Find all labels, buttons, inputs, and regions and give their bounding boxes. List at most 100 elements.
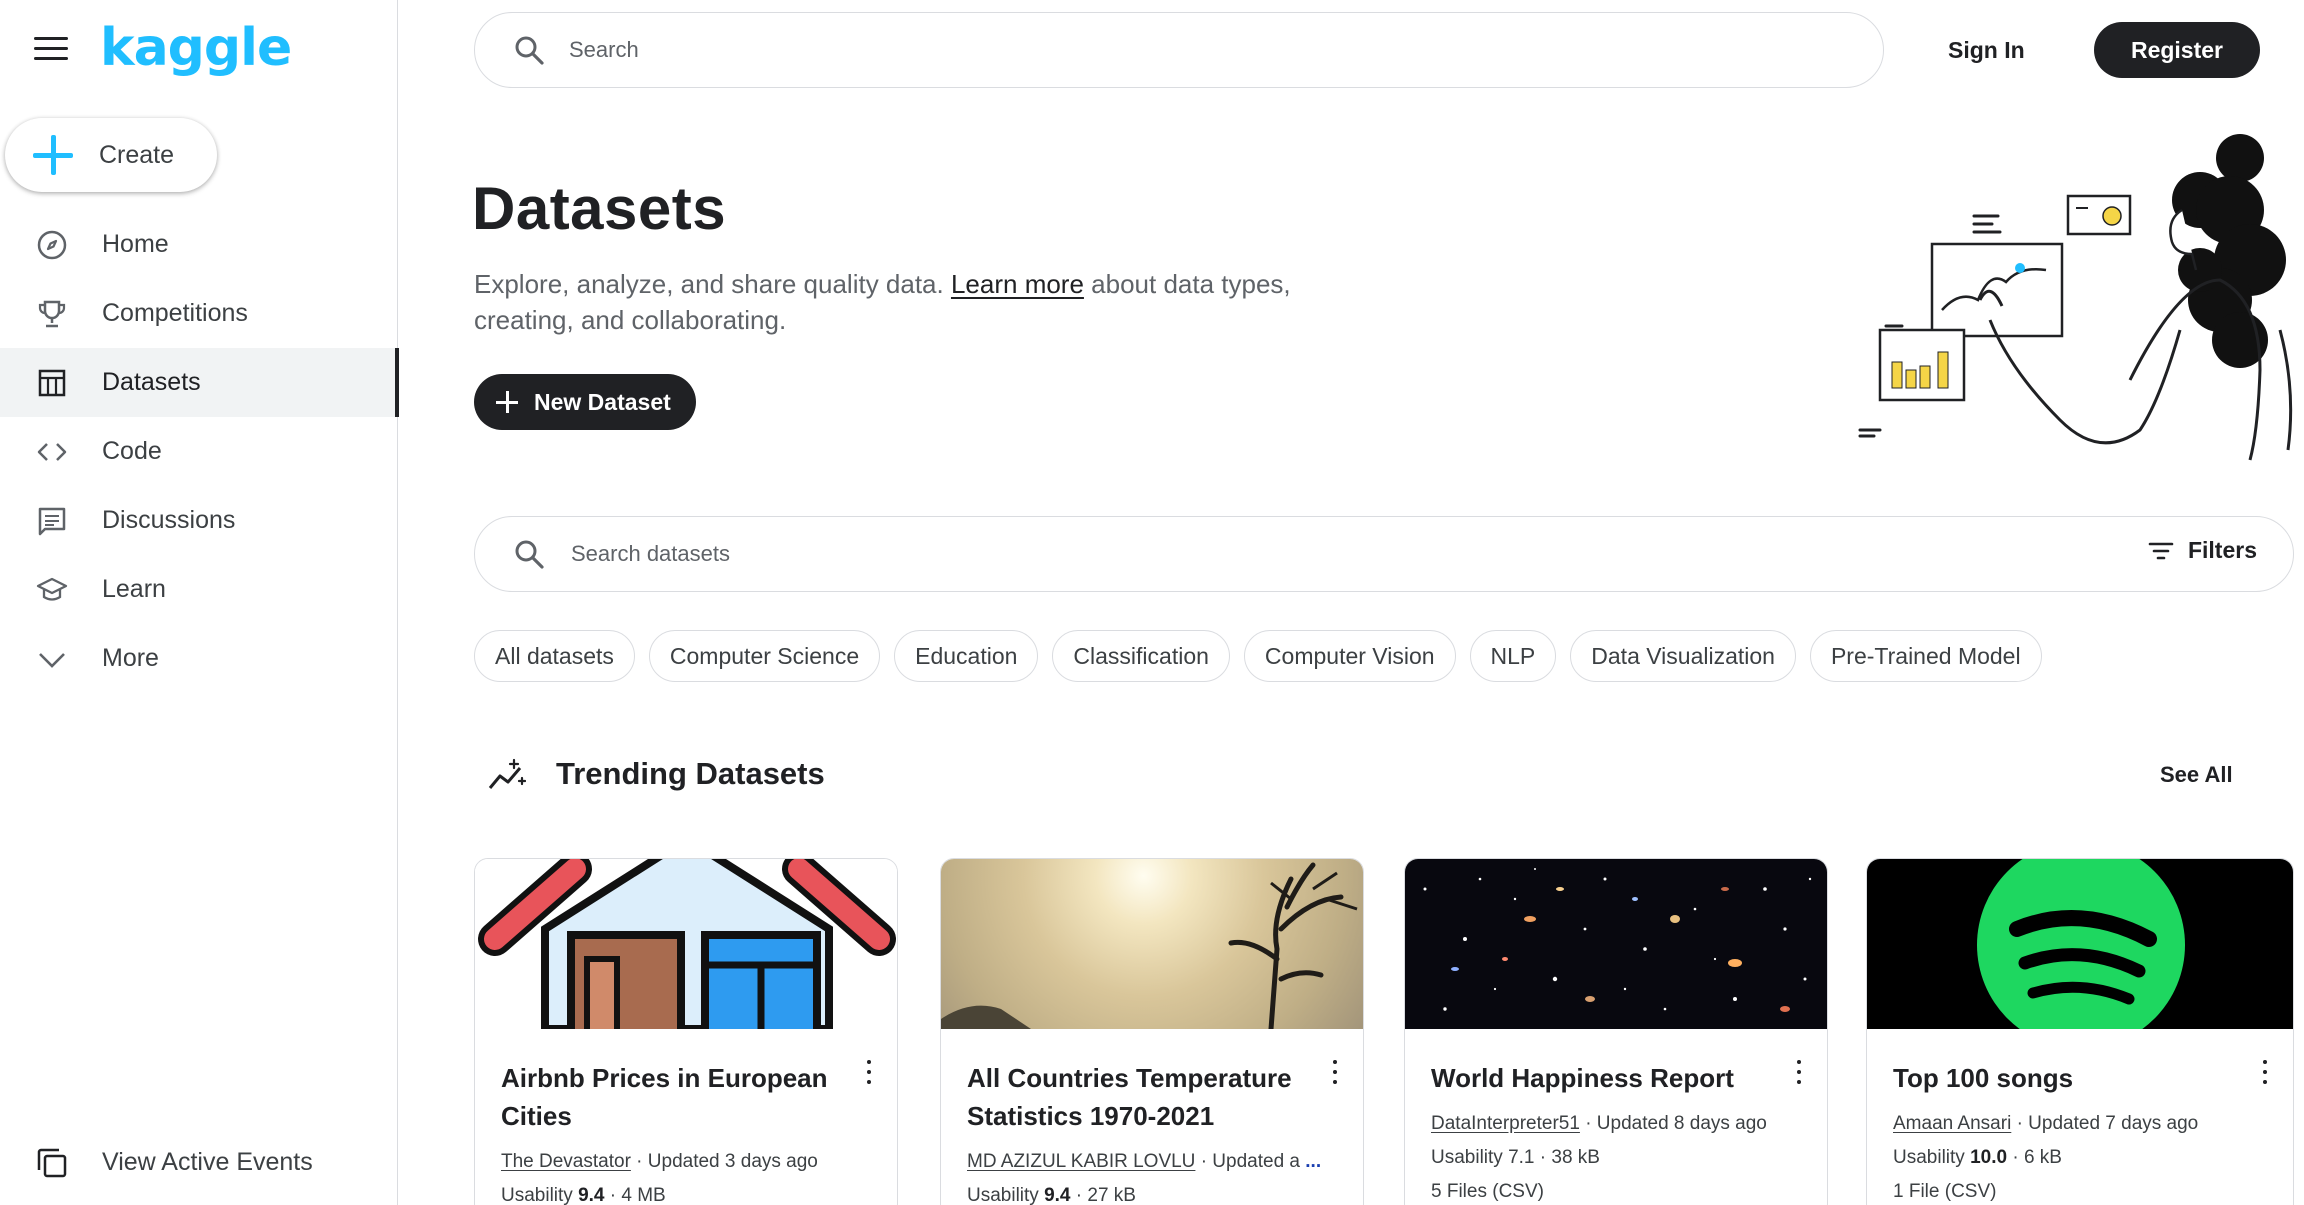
table-icon — [34, 365, 70, 401]
dataset-author[interactable]: Amaan Ansari — [1893, 1113, 2011, 1134]
dataset-author[interactable]: The Devastator — [501, 1151, 631, 1172]
dataset-author[interactable]: MD AZIZUL KABIR LOVLU — [967, 1151, 1195, 1172]
create-label: Create — [99, 140, 175, 169]
sidebar-item-home[interactable]: Home — [0, 210, 398, 279]
dataset-search-bar[interactable]: Search datasets Filters — [474, 516, 2294, 592]
sidebar-item-label: Learn — [102, 575, 166, 603]
dataset-usability-line: Usability 9.4 · 27 kB — [967, 1185, 1136, 1205]
dataset-author-line: Amaan Ansari · Updated 7 days ago — [1893, 1113, 2198, 1135]
chip-computer-science[interactable]: Computer Science — [648, 630, 881, 682]
code-icon — [34, 434, 70, 470]
dataset-files: 5 Files (CSV) — [1431, 1181, 1544, 1202]
sidebar-nav: Home Competitions Datasets Code Discussi… — [0, 210, 399, 693]
sidebar: kaggle Create Home Competitions Datasets — [0, 0, 399, 1205]
dataset-card[interactable]: All Countries Temperature Statistics 197… — [940, 858, 1364, 1205]
dataset-card[interactable]: Top 100 songs Amaan Ansari · Updated 7 d… — [1866, 858, 2294, 1205]
chip-pre-trained-model[interactable]: Pre-Trained Model — [1809, 630, 2042, 682]
compass-icon — [34, 227, 70, 263]
plus-icon — [33, 135, 73, 175]
graduation-cap-icon — [34, 572, 70, 608]
plus-icon — [496, 391, 518, 413]
chip-all-datasets[interactable]: All datasets — [474, 630, 635, 682]
dataset-size: · 27 kB — [1070, 1185, 1136, 1205]
sidebar-item-label: Datasets — [102, 368, 201, 396]
page-intro: Explore, analyze, and share quality data… — [474, 266, 1294, 338]
dataset-author-line: The Devastator · Updated 3 days ago — [501, 1151, 818, 1173]
view-active-events-label: View Active Events — [102, 1148, 313, 1176]
sidebar-item-label: Competitions — [102, 299, 248, 327]
new-dataset-button[interactable]: New Dataset — [474, 374, 696, 430]
dataset-files: 1 File (CSV) — [1893, 1181, 1997, 1202]
search-input[interactable]: Search — [569, 37, 639, 63]
trophy-icon — [34, 296, 70, 332]
dataset-title[interactable]: World Happiness Report — [1431, 1059, 1771, 1097]
dataset-author-line: MD AZIZUL KABIR LOVLU · Updated a ... — [967, 1151, 1321, 1173]
dataset-usability-line: Usability 7.1 · 38 kB — [1431, 1147, 1600, 1169]
usability-label: Usability — [1893, 1147, 1971, 1168]
more-vert-icon[interactable] — [1325, 1057, 1345, 1087]
trending-title: Trending Datasets — [556, 756, 825, 791]
dataset-card[interactable]: World Happiness Report DataInterpreter51… — [1404, 858, 1828, 1205]
dataset-title[interactable]: All Countries Temperature Statistics 197… — [967, 1059, 1307, 1135]
usability-score: 9.4 — [1044, 1185, 1071, 1205]
dataset-usability-line: Usability 10.0 · 6 kB — [1893, 1147, 2062, 1169]
chip-classification[interactable]: Classification — [1052, 630, 1230, 682]
register-button[interactable]: Register — [2094, 22, 2260, 78]
view-active-events-button[interactable]: View Active Events — [0, 1128, 398, 1197]
usability-score: 9.4 — [578, 1185, 605, 1205]
menu-icon[interactable] — [34, 37, 68, 65]
sidebar-item-competitions[interactable]: Competitions — [0, 279, 398, 348]
more-vert-icon[interactable] — [859, 1057, 879, 1087]
ellipsis: ... — [1305, 1151, 1322, 1172]
sidebar-item-more[interactable]: More — [0, 624, 398, 693]
intro-text: Explore, analyze, and share quality data… — [474, 269, 951, 299]
filters-button[interactable]: Filters — [2148, 537, 2257, 564]
usability-score: 7.1 — [1508, 1147, 1535, 1168]
dataset-updated: · Updated a — [1195, 1151, 1306, 1172]
filter-icon — [2148, 542, 2174, 559]
dataset-card[interactable]: Airbnb Prices in European Cities The Dev… — [474, 858, 898, 1205]
usability-score: 10.0 — [1970, 1147, 2008, 1168]
filters-label: Filters — [2187, 537, 2257, 563]
dataset-thumbnail-house — [475, 859, 897, 1029]
create-button[interactable]: Create — [5, 118, 217, 192]
page-title: Datasets — [472, 175, 727, 242]
dataset-title[interactable]: Top 100 songs — [1893, 1059, 2233, 1097]
chip-nlp[interactable]: NLP — [1469, 630, 1557, 682]
sidebar-item-code[interactable]: Code — [0, 417, 398, 486]
sidebar-item-learn[interactable]: Learn — [0, 555, 398, 624]
dataset-updated: · Updated 7 days ago — [2011, 1113, 2199, 1134]
new-dataset-label: New Dataset — [534, 388, 671, 415]
global-search-bar[interactable]: Search — [474, 12, 1884, 88]
dataset-author-line: DataInterpreter51 · Updated 8 days ago — [1431, 1113, 1767, 1135]
dataset-thumbnail-spotify — [1867, 859, 2293, 1029]
sidebar-item-label: More — [102, 644, 159, 672]
copy-stack-icon — [34, 1145, 70, 1181]
chevron-down-icon — [34, 641, 70, 677]
sidebar-item-label: Home — [102, 230, 169, 258]
dataset-thumbnail-galaxies — [1405, 859, 1827, 1029]
more-vert-icon[interactable] — [2255, 1057, 2275, 1087]
usability-label: Usability — [967, 1185, 1045, 1205]
chip-data-visualization[interactable]: Data Visualization — [1570, 630, 1796, 682]
chip-computer-vision[interactable]: Computer Vision — [1243, 630, 1456, 682]
dataset-thumbnail-sunset — [941, 859, 1363, 1029]
dataset-updated: · Updated 8 days ago — [1579, 1113, 1767, 1134]
dataset-title[interactable]: Airbnb Prices in European Cities — [501, 1059, 841, 1135]
learn-more-link[interactable]: Learn more — [951, 269, 1084, 299]
kaggle-logo[interactable]: kaggle — [100, 18, 292, 78]
dataset-search-input[interactable]: Search datasets — [571, 541, 730, 567]
sign-in-button[interactable]: Sign In — [1948, 30, 2025, 70]
sidebar-item-discussions[interactable]: Discussions — [0, 486, 398, 555]
more-vert-icon[interactable] — [1789, 1057, 1809, 1087]
dataset-author[interactable]: DataInterpreter51 — [1431, 1113, 1580, 1134]
sidebar-item-datasets[interactable]: Datasets — [0, 348, 399, 417]
chip-education[interactable]: Education — [894, 630, 1039, 682]
sidebar-item-label: Code — [102, 437, 162, 465]
dataset-usability-line: Usability 9.4 · 4 MB — [501, 1185, 666, 1205]
see-all-link[interactable]: See All — [2160, 762, 2233, 788]
search-icon — [515, 36, 544, 65]
hero-illustration — [1858, 134, 2293, 461]
category-chips: All datasets Computer Science Education … — [474, 630, 2042, 682]
sidebar-item-label: Discussions — [102, 506, 236, 534]
